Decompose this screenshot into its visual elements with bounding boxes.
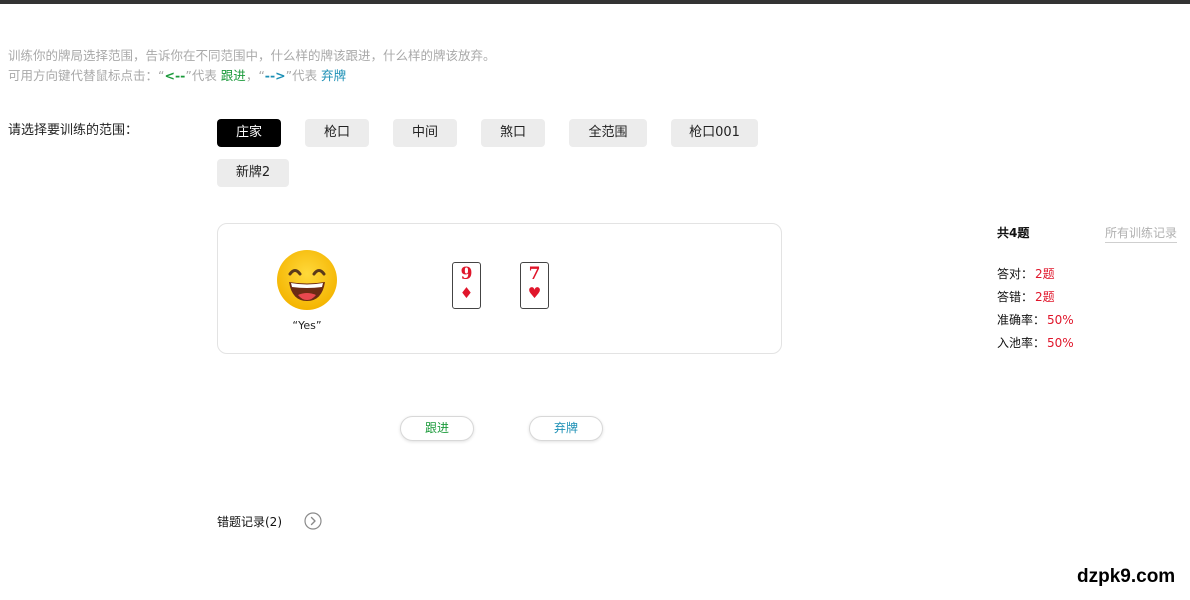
stat-wrong-label: 答错： [997, 290, 1034, 304]
heart-icon: ♥ [527, 284, 542, 302]
range-option-utg001[interactable]: 枪口001 [671, 119, 758, 147]
fold-word: 弃牌 [321, 68, 347, 83]
all-training-records-link[interactable]: 所有训练记录 [1105, 224, 1178, 243]
follow-button[interactable]: 跟进 [400, 416, 474, 441]
intro-line-1: 训练你的牌局选择范围，告诉你在不同范围中，什么样的牌该跟进，什么样的牌该放弃。 [8, 48, 496, 63]
emoji-caption: “Yes” [292, 319, 322, 332]
stat-correct-label: 答对： [997, 267, 1034, 281]
stat-vpip-value: 50% [1047, 336, 1074, 350]
playing-card-2: 7 ♥ [520, 262, 549, 309]
stat-vpip-label: 入池率： [997, 336, 1046, 350]
intro-line-2: 可用方向键代替鼠标点击：“<--”代表 跟进，“-->”代表 弃牌 [8, 66, 496, 86]
range-option-full[interactable]: 全范围 [569, 119, 647, 147]
intro-line2-mid3: ”代表 [285, 68, 322, 83]
intro-line2-mid1: ”代表 [185, 68, 221, 83]
intro-line2-prefix: 可用方向键代替鼠标点击：“ [8, 68, 165, 83]
range-option-new2[interactable]: 新牌2 [217, 159, 289, 187]
range-label: 请选择要训练的范围： [8, 123, 139, 138]
intro-text: 训练你的牌局选择范围，告诉你在不同范围中，什么样的牌该跟进，什么样的牌该放弃。 … [8, 46, 496, 86]
wrong-records-label: 错题记录(2) [217, 515, 282, 529]
follow-arrow-key: <-- [164, 68, 186, 83]
watermark: dzpk9.com [1077, 566, 1176, 587]
stat-correct-value: 2题 [1035, 267, 1055, 281]
fold-button[interactable]: 弃牌 [529, 416, 603, 441]
diamond-icon: ♦ [459, 284, 474, 302]
intro-line2-mid2: ，“ [245, 68, 265, 83]
stat-wrong-value: 2题 [1035, 290, 1055, 304]
range-option-cutoff[interactable]: 煞口 [481, 119, 545, 147]
playing-card-1: 9 ♦ [452, 262, 481, 309]
chevron-right-icon[interactable] [304, 512, 322, 530]
stat-accuracy: 准确率： 50% [997, 311, 1074, 328]
range-option-utg[interactable]: 枪口 [305, 119, 369, 147]
stat-wrong: 答错： 2题 [997, 288, 1055, 305]
range-option-dealer[interactable]: 庄家 [217, 119, 281, 147]
card-2-rank: 7 [528, 264, 541, 284]
stat-vpip: 入池率： 50% [997, 334, 1074, 351]
stat-accuracy-label: 准确率： [997, 313, 1046, 327]
card-1-rank: 9 [460, 264, 473, 284]
fold-arrow-key: --> [264, 68, 286, 83]
total-questions: 共4题 [997, 226, 1030, 240]
top-bar [0, 0, 1190, 4]
stat-correct: 答对： 2题 [997, 265, 1055, 282]
range-option-middle[interactable]: 中间 [393, 119, 457, 147]
stat-accuracy-value: 50% [1047, 313, 1074, 327]
laughing-face-icon [277, 250, 337, 310]
follow-word: 跟进 [220, 68, 246, 83]
